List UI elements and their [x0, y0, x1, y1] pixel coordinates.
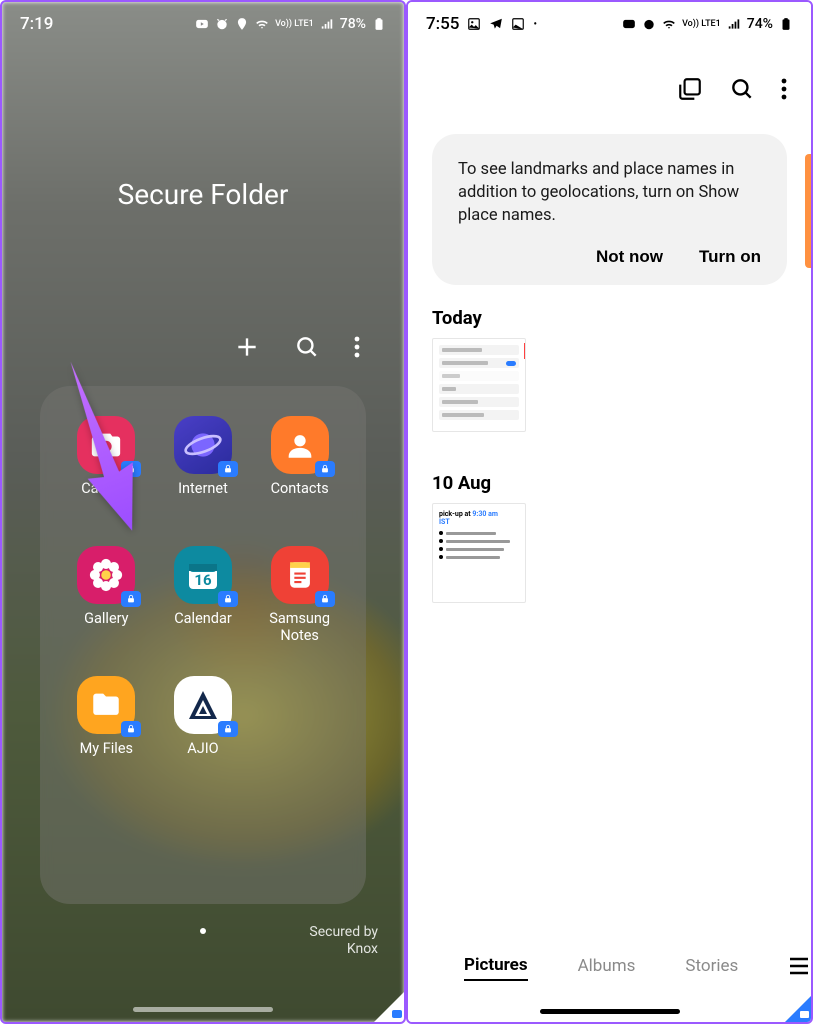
secure-badge-icon: [121, 591, 141, 607]
secure-badge-icon: [315, 461, 335, 477]
network-label: Vo)) LTE1: [682, 20, 721, 29]
app-label: Samsung Notes: [255, 610, 345, 645]
contact-icon: [283, 428, 317, 462]
corner-badge: [785, 996, 811, 1022]
battery-icon: [779, 17, 793, 31]
corner-badge: [374, 992, 404, 1022]
more-button[interactable]: [781, 77, 787, 101]
add-button[interactable]: [234, 334, 260, 360]
notice-text: To see landmarks and place names in addi…: [458, 158, 761, 227]
youtube-icon: [622, 17, 636, 31]
status-time: 7:55: [426, 14, 459, 34]
app-my-files[interactable]: My Files: [77, 676, 135, 757]
app-label: Contacts: [271, 480, 329, 497]
tab-albums[interactable]: Albums: [578, 956, 636, 980]
secure-badge-icon: [315, 591, 335, 607]
status-icons: Vo)) LTE1 74%: [622, 16, 793, 32]
image-icon: [511, 17, 525, 31]
network-label: Vo)) LTE1: [275, 20, 314, 29]
thumb-header: pick-up at 9:30 am IST: [439, 510, 519, 526]
image-icon: [467, 17, 481, 31]
alarm-icon: [215, 17, 229, 31]
gallery-screen: 7:55 • Vo)) LTE1 74% To see landmarks an…: [406, 0, 813, 1024]
app-samsung-notes[interactable]: Samsung Notes: [255, 546, 345, 645]
flower-icon: [87, 556, 125, 594]
not-now-button[interactable]: Not now: [596, 247, 663, 267]
battery-percent: 78%: [340, 16, 366, 32]
section-10-aug: 10 Aug: [432, 472, 491, 494]
gallery-toolbar: [677, 76, 787, 102]
app-internet[interactable]: Internet: [174, 416, 232, 497]
app-gallery[interactable]: Gallery: [77, 546, 135, 627]
app-label: Internet: [178, 480, 228, 497]
telegram-icon: [489, 17, 503, 31]
menu-button[interactable]: [788, 957, 810, 979]
youtube-icon: [195, 17, 209, 31]
calendar-icon: 16: [183, 555, 223, 595]
folder-icon: [89, 688, 123, 722]
place-names-notice: To see landmarks and place names in addi…: [432, 134, 787, 285]
app-calendar[interactable]: 16 Calendar: [174, 546, 232, 627]
app-label: Calendar: [174, 610, 232, 627]
signal-icon: [727, 17, 741, 31]
svg-text:16: 16: [194, 571, 212, 589]
nav-handle[interactable]: [133, 1007, 273, 1012]
tab-pictures[interactable]: Pictures: [464, 955, 528, 981]
app-label: My Files: [80, 740, 133, 757]
section-today: Today: [432, 307, 482, 329]
thumbnail-settings[interactable]: [432, 338, 526, 432]
app-label: Gallery: [84, 610, 128, 627]
location-icon: [235, 17, 249, 31]
battery-percent: 74%: [747, 16, 773, 32]
planet-icon: [183, 425, 223, 465]
scroll-accent: [805, 154, 811, 268]
app-ajio[interactable]: AJIO: [174, 676, 232, 757]
wifi-icon: [255, 17, 269, 31]
status-icons: Vo)) LTE1 78%: [195, 16, 386, 32]
status-bar: 7:55 • Vo)) LTE1 74%: [408, 2, 811, 46]
search-button[interactable]: [294, 334, 320, 360]
page-indicator: [200, 928, 206, 934]
secure-badge-icon: [218, 591, 238, 607]
knox-label: Secured by Knox: [309, 924, 378, 958]
app-label: AJIO: [187, 740, 218, 757]
wifi-icon: [662, 17, 676, 31]
signal-icon: [320, 17, 334, 31]
alarm-icon: [642, 17, 656, 31]
thumbnail-pickup[interactable]: pick-up at 9:30 am IST: [432, 503, 526, 603]
ajio-icon: [183, 685, 223, 725]
battery-icon: [372, 17, 386, 31]
search-button[interactable]: [729, 76, 755, 102]
secure-folder-toolbar: [234, 334, 360, 360]
secure-badge-icon: [218, 721, 238, 737]
status-bar: 7:19 Vo)) LTE1 78%: [2, 2, 404, 46]
status-time: 7:19: [20, 14, 53, 34]
secure-folder-screen: 7:19 Vo)) LTE1 78% Secure Folder: [0, 0, 406, 1024]
page-title: Secure Folder: [2, 178, 404, 211]
app-contacts[interactable]: Contacts: [271, 416, 329, 497]
secure-badge-icon: [218, 461, 238, 477]
stack-button[interactable]: [677, 76, 703, 102]
notes-icon: [283, 558, 317, 592]
nav-handle[interactable]: [540, 1009, 680, 1014]
secure-badge-icon: [121, 721, 141, 737]
bottom-tabs: Pictures Albums Stories: [408, 944, 811, 992]
tab-stories[interactable]: Stories: [685, 956, 738, 980]
more-button[interactable]: [354, 334, 360, 360]
turn-on-button[interactable]: Turn on: [699, 247, 761, 267]
